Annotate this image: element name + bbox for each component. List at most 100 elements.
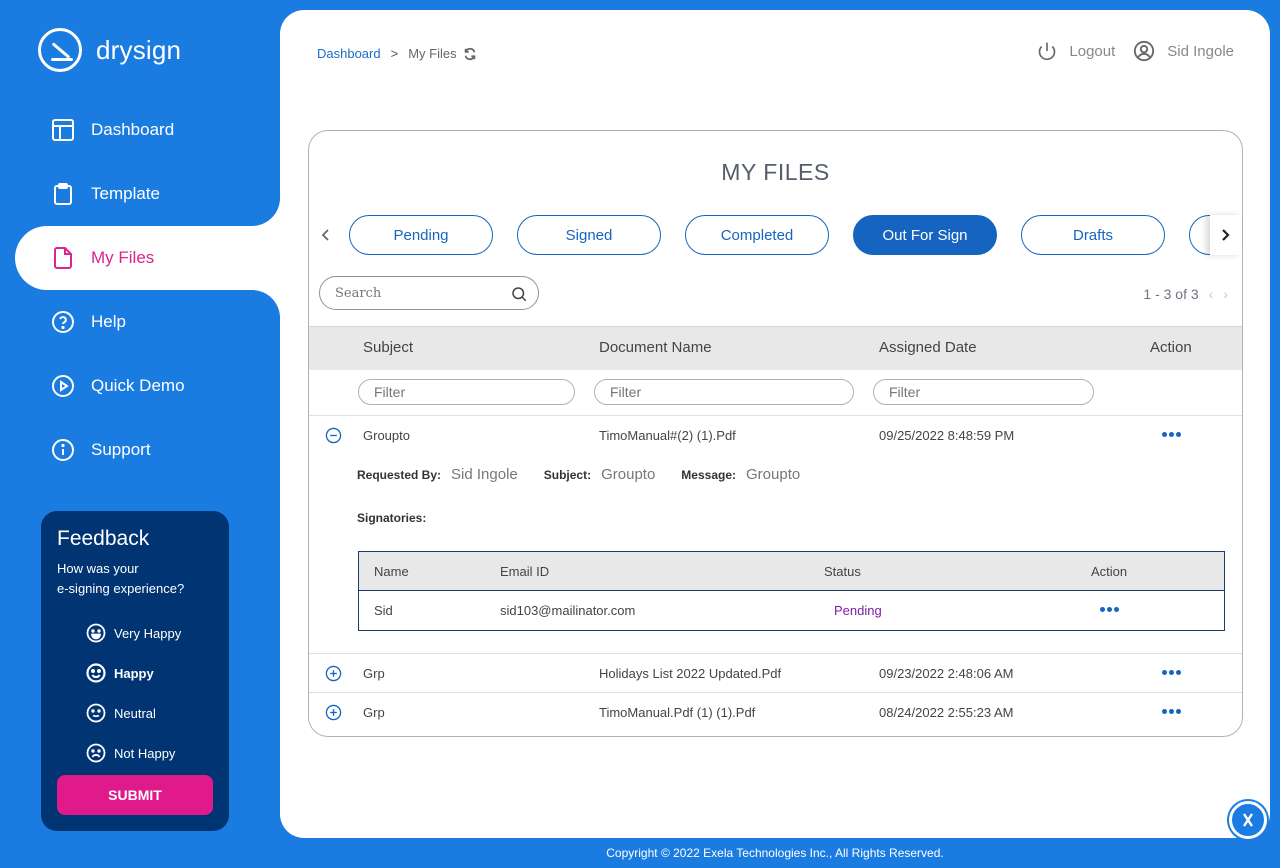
sidebar-item-dashboard[interactable]: Dashboard <box>0 98 280 162</box>
collapse-icon[interactable] <box>325 427 342 444</box>
file-icon <box>50 245 76 271</box>
brand-name: drysign <box>96 34 182 65</box>
chat-logo-icon <box>1243 813 1253 827</box>
sidebar-nav: Dashboard Template My Files Help Quick D… <box>0 98 280 482</box>
feedback-submit-button[interactable]: SUBMIT <box>57 775 213 815</box>
sidebar-item-label: My Files <box>91 248 155 267</box>
subject-filter-input[interactable] <box>374 384 574 400</box>
breadcrumb-dashboard-link[interactable]: Dashboard <box>317 46 381 61</box>
search-icon[interactable] <box>510 285 528 303</box>
sig-column-action: Action <box>1091 564 1128 579</box>
more-actions-icon[interactable] <box>1162 432 1183 437</box>
info-circle-icon <box>50 437 76 463</box>
row-assigned-date: 09/23/2022 2:48:06 AM <box>879 666 1014 681</box>
layout-icon <box>50 117 76 143</box>
more-actions-icon[interactable] <box>1162 709 1183 714</box>
sidebar-item-quick-demo[interactable]: Quick Demo <box>0 354 280 418</box>
sidebar-item-label: Template <box>91 184 160 203</box>
document-filter-input[interactable] <box>610 384 853 400</box>
row-divider <box>309 653 1242 654</box>
sidebar-item-label: Dashboard <box>91 120 175 139</box>
logout-label: Logout <box>1069 42 1116 60</box>
sig-column-email: Email ID <box>500 564 550 579</box>
row-subject: Groupto <box>363 428 410 443</box>
signatory-email: sid103@mailinator.com <box>500 603 636 618</box>
feedback-option-label: Neutral <box>114 705 156 721</box>
logout-button[interactable]: Logout <box>1037 41 1115 61</box>
my-files-card: MY FILES Pending Signed Completed Out Fo… <box>308 130 1243 737</box>
signatories-label: Signatories: <box>357 511 427 525</box>
row-assigned-date: 08/24/2022 2:55:23 AM <box>879 705 1014 720</box>
user-controls: Logout Sid Ingole <box>1019 40 1234 62</box>
power-icon <box>1039 42 1056 61</box>
tab-signed[interactable]: Signed <box>517 215 661 255</box>
happy-face-icon <box>86 663 106 683</box>
date-filter <box>873 379 1094 405</box>
search-input[interactable] <box>335 285 495 301</box>
tab-pending[interactable]: Pending <box>349 215 493 255</box>
feedback-option-very-happy[interactable]: Very Happy <box>86 613 213 653</box>
feedback-option-neutral[interactable]: Neutral <box>86 693 213 733</box>
sidebar-item-label: Support <box>91 440 151 459</box>
column-subject[interactable]: Subject <box>363 339 413 356</box>
column-document-name[interactable]: Document Name <box>599 339 712 356</box>
play-circle-icon <box>50 373 76 399</box>
row-document-name: Holidays List 2022 Updated.Pdf <box>599 666 782 681</box>
row-document-name: TimoManual.Pdf (1) (1).Pdf <box>599 705 756 720</box>
requested-by-value: Sid Ingole <box>451 466 518 483</box>
message-label: Message: <box>681 467 736 482</box>
subject-value: Groupto <box>601 466 656 483</box>
feedback-option-happy[interactable]: Happy <box>86 653 213 693</box>
user-name: Sid Ingole <box>1167 42 1234 60</box>
chevron-left-icon[interactable] <box>317 223 333 247</box>
signatory-more-actions-icon[interactable] <box>1100 607 1121 612</box>
footer-copyright: Copyright © 2022 Exela Technologies Inc.… <box>606 846 944 860</box>
search-box <box>319 276 539 310</box>
chevron-right-icon <box>1222 229 1230 241</box>
tab-out-for-sign[interactable]: Out For Sign <box>853 215 997 255</box>
row-subject: Grp <box>363 666 385 681</box>
tab-more[interactable] <box>1189 215 1211 255</box>
feedback-option-label: Not Happy <box>114 745 176 761</box>
feedback-option-label: Very Happy <box>114 625 182 641</box>
table-row[interactable]: Groupto TimoManual#(2) (1).Pdf 09/25/202… <box>309 427 1242 447</box>
brand-logo[interactable]: drysign <box>38 28 181 72</box>
pager-range: 1 - 3 of 3 <box>1143 286 1199 302</box>
feedback-question: How was your e-signing experience? <box>57 559 213 599</box>
table-row[interactable]: Grp TimoManual.Pdf (1) (1).Pdf 08/24/202… <box>309 704 1242 724</box>
signatory-row: Sid sid103@mailinator.com Pending <box>359 591 1224 630</box>
tabs-next-button[interactable] <box>1210 215 1242 255</box>
tab-completed[interactable]: Completed <box>685 215 829 255</box>
column-assigned-date[interactable]: Assigned Date <box>879 339 977 356</box>
expand-icon[interactable] <box>325 704 342 721</box>
document-filter <box>594 379 854 405</box>
sidebar-item-support[interactable]: Support <box>0 418 280 482</box>
row-divider <box>309 692 1242 693</box>
tab-drafts[interactable]: Drafts <box>1021 215 1165 255</box>
refresh-icon[interactable] <box>463 47 477 61</box>
pager-prev-icon[interactable]: ‹ <box>1209 286 1214 302</box>
main-panel: Dashboard > My Files Logout Sid Ingole M… <box>280 10 1270 838</box>
sidebar-item-my-files[interactable]: My Files <box>15 226 280 290</box>
sig-column-name: Name <box>374 564 409 579</box>
request-info: Requested By: Sid Ingole Subject: Groupt… <box>357 466 826 483</box>
user-profile[interactable]: Sid Ingole <box>1133 40 1234 62</box>
more-actions-icon[interactable] <box>1162 670 1183 675</box>
date-filter-input[interactable] <box>889 384 1093 400</box>
filter-row <box>309 370 1242 416</box>
sidebar-item-label: Help <box>91 312 126 331</box>
feedback-option-not-happy[interactable]: Not Happy <box>86 733 213 773</box>
expand-icon[interactable] <box>325 665 342 682</box>
sidebar-item-help[interactable]: Help <box>0 290 280 354</box>
sidebar-item-template[interactable]: Template <box>0 162 280 226</box>
feedback-question-line: e-signing experience? <box>57 581 185 596</box>
table-row[interactable]: Grp Holidays List 2022 Updated.Pdf 09/23… <box>309 665 1242 685</box>
signatory-status: Pending <box>834 603 882 618</box>
feedback-question-line: How was your <box>57 561 139 576</box>
files-table-header: Subject Document Name Assigned Date Acti… <box>309 326 1242 370</box>
feedback-options: Very Happy Happy Neutral Not Happy <box>86 613 213 773</box>
drysign-logo-icon <box>38 28 82 72</box>
column-action: Action <box>1150 339 1192 356</box>
pager-next-icon[interactable]: › <box>1223 286 1228 302</box>
chat-widget-button[interactable] <box>1229 801 1267 839</box>
